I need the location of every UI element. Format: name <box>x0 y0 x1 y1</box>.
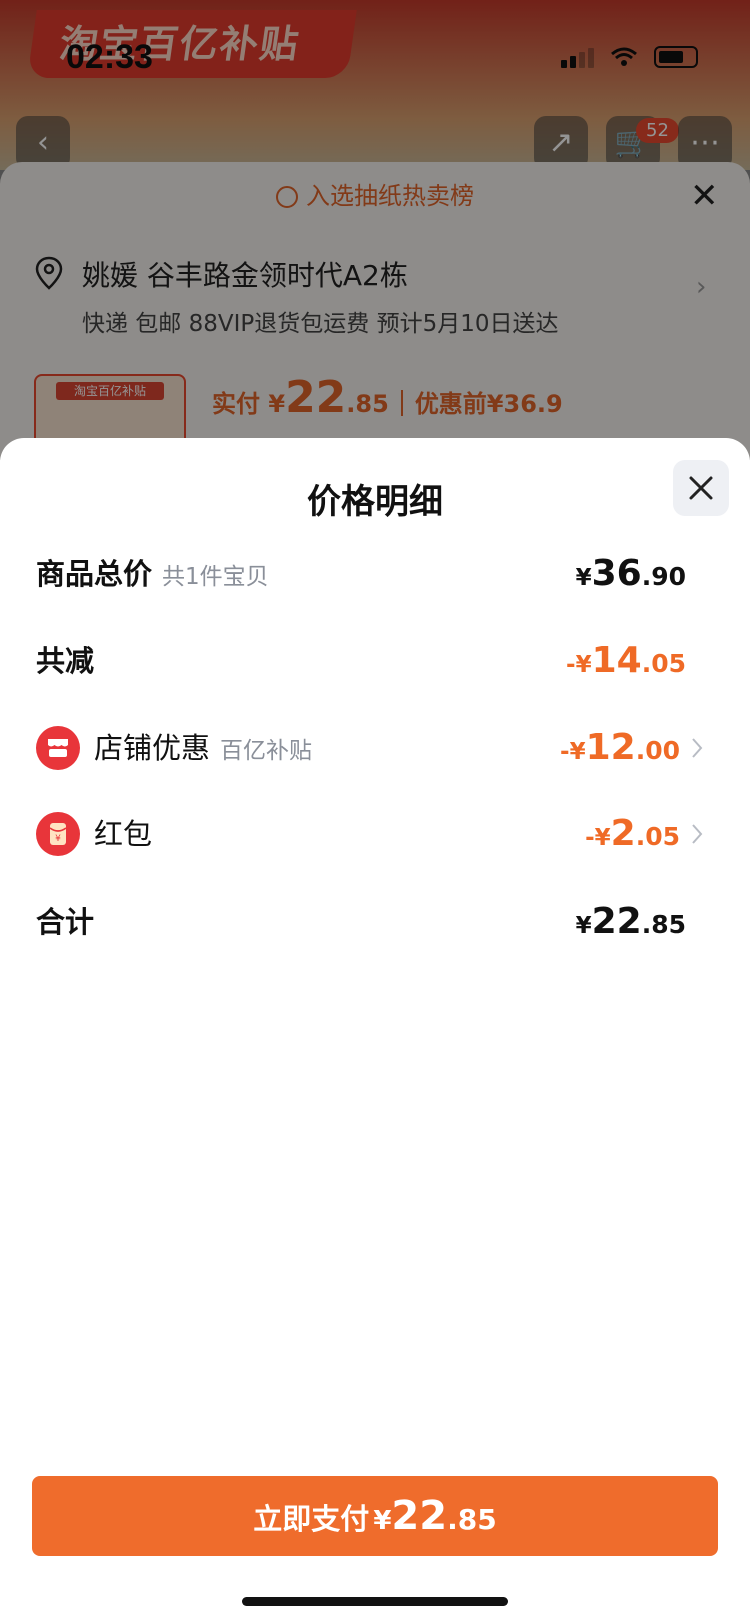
row-price: ¥36.90 <box>575 553 686 594</box>
background-dim-overlay <box>0 0 750 460</box>
close-icon <box>689 476 713 500</box>
home-indicator[interactable] <box>242 1597 508 1606</box>
row-sublabel: 百亿补贴 <box>220 738 313 764</box>
pay-now-button[interactable]: 立即支付 ¥22.85 <box>32 1476 718 1556</box>
chevron-right-icon <box>692 738 703 758</box>
svg-text:¥: ¥ <box>55 834 61 844</box>
shop-icon <box>36 726 80 770</box>
row-price: ¥22.85 <box>575 901 686 942</box>
row-label: 商品总价 共1件宝贝 <box>36 557 269 591</box>
red-packet-icon: ¥ <box>36 812 80 856</box>
close-button[interactable] <box>673 460 729 516</box>
row-shop-discount[interactable]: 店铺优惠 百亿补贴 -¥12.00 <box>0 718 750 778</box>
row-label: 红包 <box>94 817 153 851</box>
row-price: -¥2.05 <box>585 813 680 854</box>
row-price: -¥14.05 <box>566 640 686 681</box>
row-label: 店铺优惠 百亿补贴 <box>94 731 313 765</box>
row-sum: 合计 ¥22.85 <box>0 892 750 952</box>
row-label: 共减 <box>36 644 95 678</box>
row-total-discount: 共减 -¥14.05 <box>0 631 750 691</box>
row-sublabel: 共1件宝贝 <box>162 564 269 590</box>
row-red-packet[interactable]: ¥ 红包 -¥2.05 <box>0 804 750 864</box>
chevron-right-icon <box>692 824 703 844</box>
price-detail-sheet: 价格明细 商品总价 共1件宝贝 ¥36.90 共减 -¥14.05 店铺优惠 百亿补… <box>0 438 750 1624</box>
row-price: -¥12.00 <box>560 727 680 768</box>
row-label: 合计 <box>36 905 95 939</box>
row-total-goods: 商品总价 共1件宝贝 ¥36.90 <box>0 544 750 604</box>
sheet-title: 价格明细 <box>307 482 443 522</box>
